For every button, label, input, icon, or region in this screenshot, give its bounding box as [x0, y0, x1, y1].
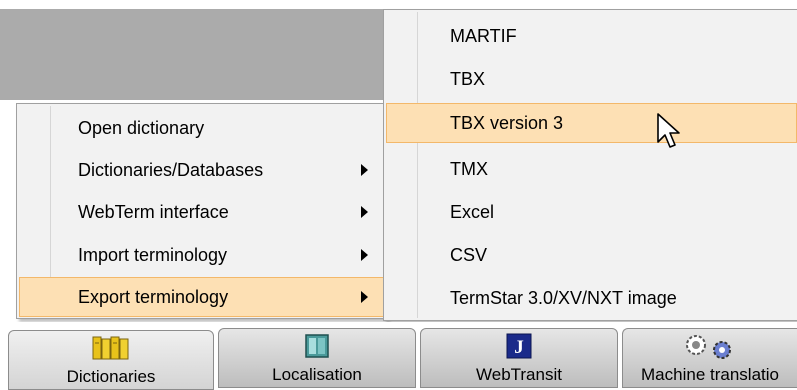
taskbar-button-label: Machine translatio: [641, 365, 779, 384]
mouse-pointer-icon: [657, 113, 680, 148]
taskbar-button-machine-translation[interactable]: Machine translatio: [622, 328, 797, 388]
menu-item-label: TBX: [450, 69, 486, 89]
submenu-item-martif[interactable]: MARTIF: [386, 16, 797, 56]
menu-item-label: Export terminology: [78, 287, 229, 307]
menu-item-label: TBX version 3: [450, 113, 564, 133]
menu-item-import-terminology[interactable]: Import terminology: [19, 235, 384, 275]
menu-item-open-dictionary[interactable]: Open dictionary: [19, 108, 384, 148]
submenu-item-tbx[interactable]: TBX: [386, 59, 797, 99]
taskbar-button-webtransit[interactable]: J WebTransit: [420, 328, 618, 388]
localisation-icon: [305, 334, 329, 358]
background-gray-area: [0, 0, 388, 100]
submenu-arrow-icon: [361, 291, 368, 303]
submenu-item-termstar-image[interactable]: TermStar 3.0/XV/NXT image: [386, 278, 797, 318]
taskbar-button-localisation[interactable]: Localisation: [218, 328, 416, 388]
menu-item-dictionaries-databases[interactable]: Dictionaries/Databases: [19, 150, 384, 190]
webtransit-icon: J: [506, 333, 532, 359]
dictionaries-icon: [92, 336, 129, 360]
menu-item-label: TermStar 3.0/XV/NXT image: [450, 288, 677, 308]
menu-item-label: Dictionaries/Databases: [78, 160, 264, 180]
menu-item-label: Import terminology: [78, 245, 228, 265]
menu-item-label: WebTerm interface: [78, 202, 229, 222]
submenu-arrow-icon: [361, 164, 368, 176]
taskbar-button-label: WebTransit: [476, 365, 562, 384]
export-terminology-submenu: MARTIF TBX TBX version 3 TMX Excel CSV T…: [383, 9, 797, 321]
taskbar-button-label: Dictionaries: [66, 367, 156, 386]
submenu-item-tbx-version-3[interactable]: TBX version 3: [386, 103, 797, 143]
menu-item-label: CSV: [450, 245, 488, 265]
submenu-item-tmx[interactable]: TMX: [386, 149, 797, 189]
taskbar-button-label: Localisation: [272, 365, 362, 384]
submenu-item-csv[interactable]: CSV: [386, 235, 797, 275]
gears-icon: [686, 335, 731, 359]
submenu-arrow-icon: [361, 249, 368, 261]
menu-item-export-terminology[interactable]: Export terminology: [19, 277, 384, 317]
submenu-arrow-icon: [361, 206, 368, 218]
menu-item-webterm-interface[interactable]: WebTerm interface: [19, 192, 384, 232]
menu-item-label: TMX: [450, 159, 488, 179]
submenu-item-excel[interactable]: Excel: [386, 192, 797, 232]
background-top-strip: [0, 0, 388, 9]
menu-item-label: Open dictionary: [78, 118, 205, 138]
svg-text:J: J: [514, 337, 524, 358]
taskbar-button-dictionaries[interactable]: Dictionaries: [8, 330, 214, 390]
menu-item-label: MARTIF: [450, 26, 517, 46]
terminology-menu: Open dictionary Dictionaries/Databases W…: [16, 103, 387, 319]
menu-item-label: Excel: [450, 202, 495, 222]
